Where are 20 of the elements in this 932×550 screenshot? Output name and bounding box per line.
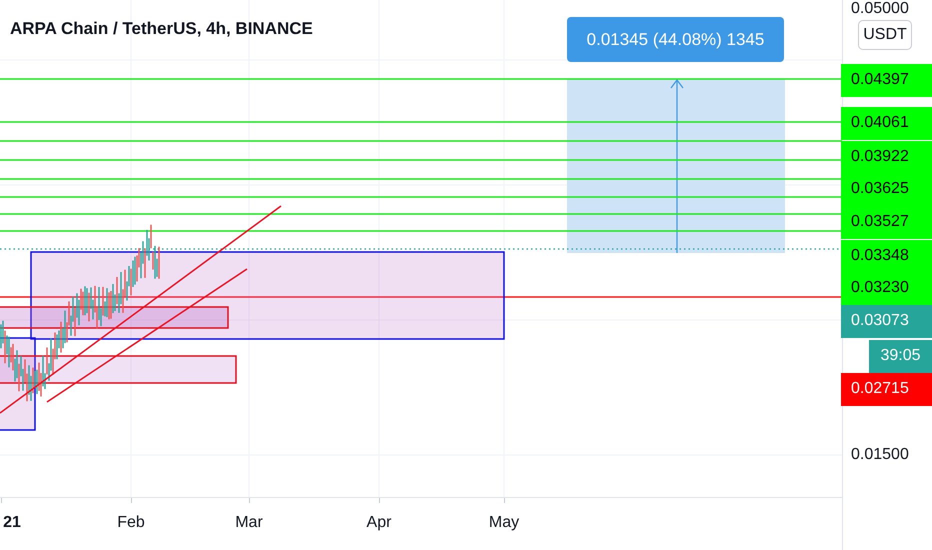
price-badge: 0.03348 (841, 240, 932, 272)
price-label: 0.01500 (850, 445, 910, 465)
time-label: Mar (235, 514, 263, 532)
price-badge: 0.04061 (841, 106, 932, 140)
time-label: Apr (366, 514, 392, 532)
price-badge: 0.03230 (841, 272, 932, 304)
countdown-badge: 39:05 (869, 340, 932, 372)
price-badge: 0.03625 (841, 172, 932, 206)
price-badge: 0.02715 (841, 372, 932, 406)
price-badge: 0.03527 (841, 206, 932, 238)
price-badge: 0.03073 (841, 304, 932, 338)
price-label: 0.05000 (850, 0, 910, 18)
time-label: 21 (3, 514, 21, 532)
price-badge: 0.03922 (841, 140, 932, 174)
time-label: May (488, 514, 520, 532)
currency-button[interactable]: USDT (858, 20, 912, 50)
time-label: Feb (117, 514, 145, 532)
price-badge: 0.04397 (841, 64, 932, 96)
chart-title: ARPA Chain / TetherUS, 4h, BINANCE (10, 19, 313, 39)
measure-label: 0.01345 (44.08%) 1345 (567, 17, 784, 62)
